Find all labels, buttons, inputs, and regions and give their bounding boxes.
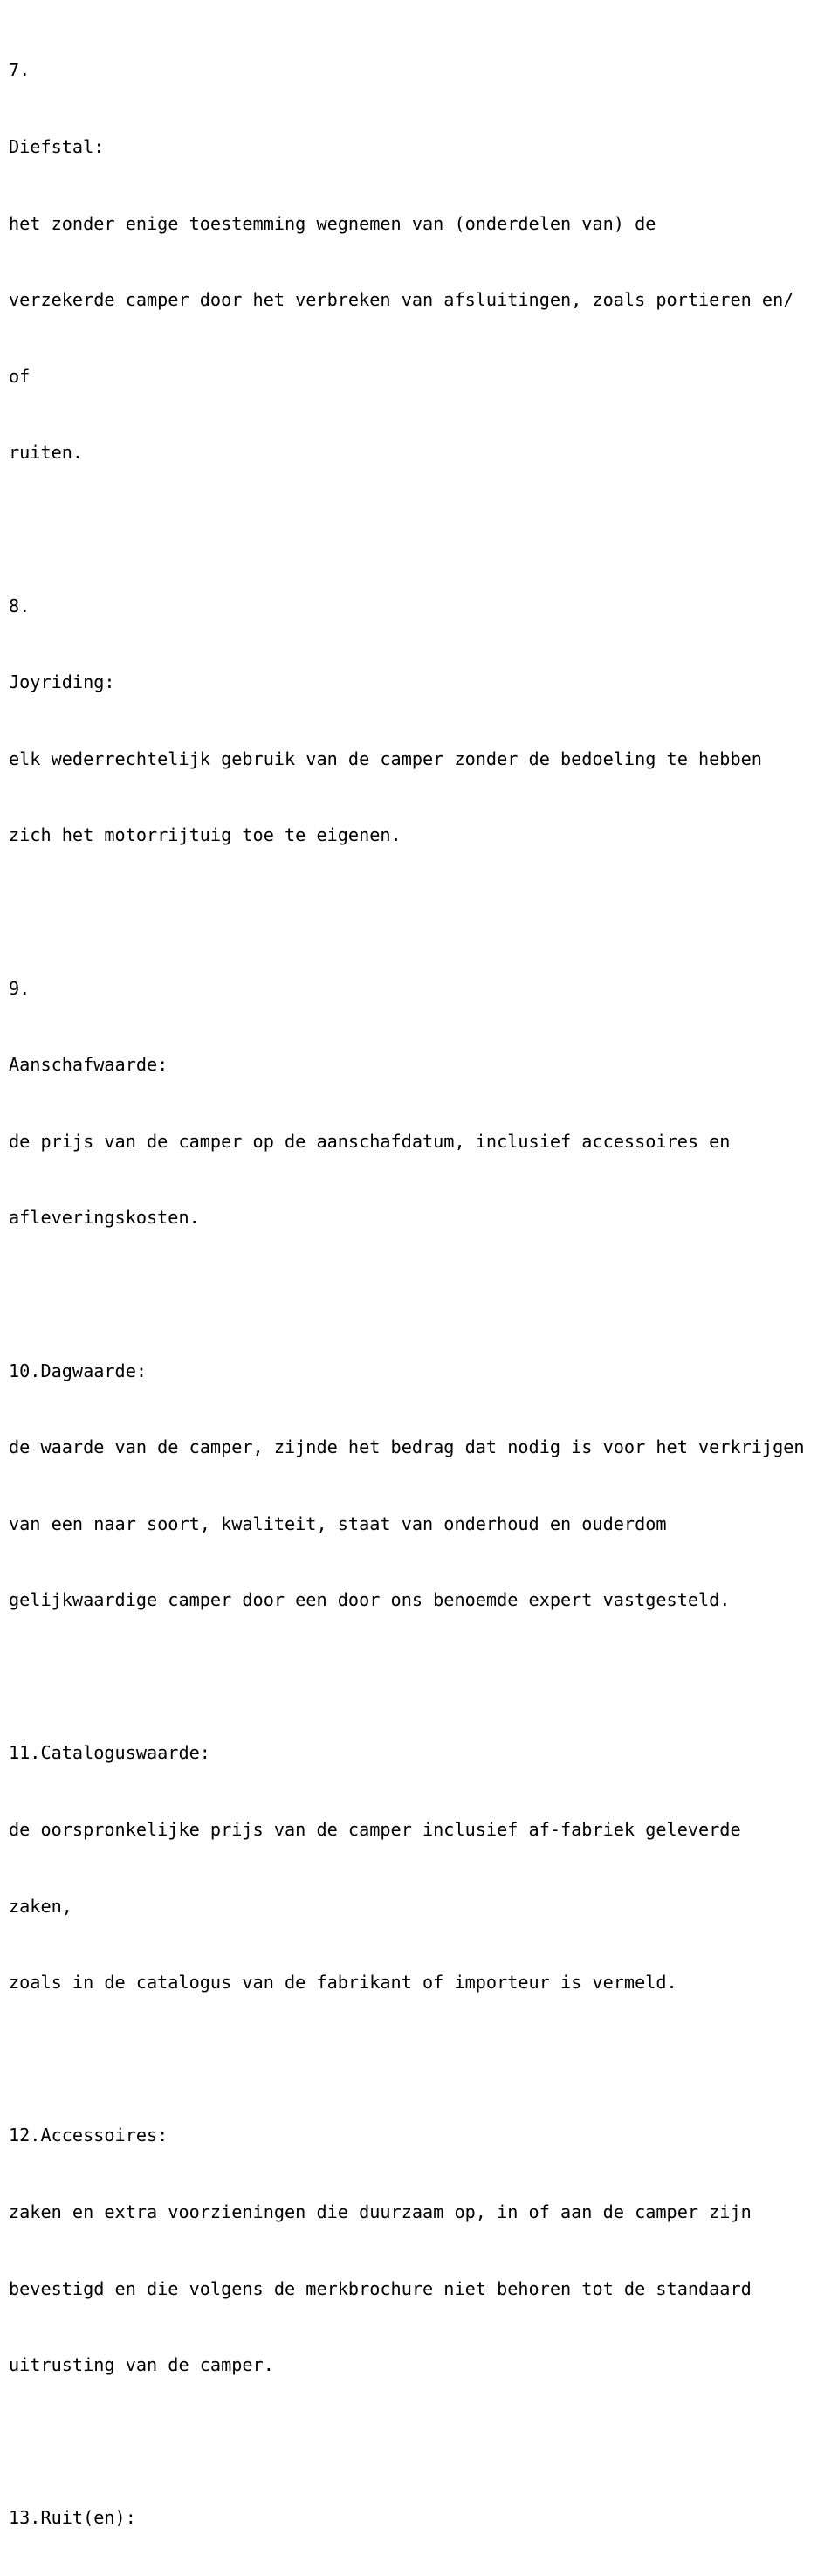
text-line: ruiten. <box>9 442 84 464</box>
text-line: verzekerde camper door het verbreken van… <box>9 289 794 311</box>
document-page: 7. Diefstal: het zonder enige toestemmin… <box>0 0 838 2528</box>
text-line-blank <box>9 1664 838 1690</box>
text-line: 13.Ruit(en): <box>9 2507 136 2529</box>
text-line: 12.Accessoires: <box>9 2125 168 2146</box>
text-line: zaken en extra voorzieningen die duurzaa… <box>9 2201 752 2223</box>
text-line: 11.Cataloguswaarde: <box>9 1742 210 1764</box>
text-line-blank <box>9 899 838 925</box>
text-line-blank <box>9 1282 838 1307</box>
document-body-text: 7. Diefstal: het zonder enige toestemmin… <box>9 7 838 2576</box>
text-line: uitrusting van de camper. <box>9 2354 274 2376</box>
text-line: de oorspronkelijke prijs van de camper i… <box>9 1819 741 1841</box>
text-line: Joyriding: <box>9 672 115 693</box>
text-line: zich het motorrijtuig toe te eigenen. <box>9 824 402 846</box>
text-line: zaken, <box>9 1895 72 1917</box>
text-line: gelijkwaardige camper door een door ons … <box>9 1589 731 1611</box>
text-line: of <box>9 365 31 387</box>
text-line: Diefstal: <box>9 136 105 157</box>
text-line: van een naar soort, kwaliteit, staat van… <box>9 1512 667 1534</box>
text-line-blank <box>9 517 838 542</box>
text-line-blank <box>9 2047 838 2072</box>
text-line: het zonder enige toestemming wegnemen va… <box>9 212 656 234</box>
text-line: de waarde van de camper, zijnde het bedr… <box>9 1436 805 1458</box>
text-line: 9. <box>9 977 31 999</box>
text-line: 7. <box>9 59 31 81</box>
text-line-blank <box>9 2429 838 2455</box>
text-line: Aanschafwaarde: <box>9 1054 168 1076</box>
text-line: 8. <box>9 595 31 616</box>
text-line: 10.Dagwaarde: <box>9 1360 148 1381</box>
text-line: zoals in de catalogus van de fabrikant o… <box>9 1972 677 1994</box>
text-line: de prijs van de camper op de aanschafdat… <box>9 1130 731 1152</box>
text-line: elk wederrechtelijk gebruik van de campe… <box>9 747 762 769</box>
text-line: afleveringskosten. <box>9 1207 200 1229</box>
text-line: bevestigd en die volgens de merkbrochure… <box>9 2277 752 2299</box>
